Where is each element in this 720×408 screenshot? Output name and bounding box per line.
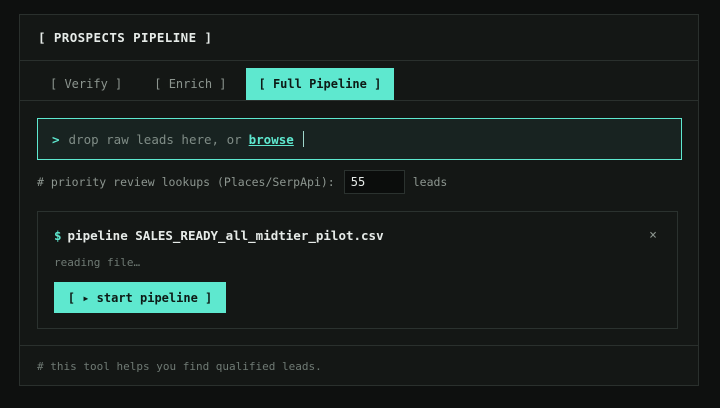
footer-text: # this tool helps you find qualified lea… — [37, 359, 322, 373]
prompt-icon: > — [52, 131, 60, 147]
priority-unit: leads — [412, 175, 448, 189]
dollar-prompt-icon: $ — [54, 228, 62, 243]
footer-note: # this tool helps you find qualified lea… — [20, 345, 698, 386]
start-pipeline-button[interactable]: [ ▸ start pipeline ] — [54, 282, 226, 313]
text-caret — [302, 131, 304, 147]
tab-full-pipeline[interactable]: [ Full Pipeline ] — [245, 68, 395, 100]
job-status: reading file… — [54, 256, 141, 269]
browse-link[interactable]: browse — [249, 132, 294, 147]
lead-dropzone[interactable]: > drop raw leads here, or browse — [37, 118, 682, 160]
job-card: $ pipeline SALES_READY_all_midtier_pilot.… — [37, 211, 678, 329]
priority-lookups-input[interactable] — [343, 170, 405, 194]
priority-lookups-row: # priority review lookups (Places/SerpAp… — [37, 170, 447, 194]
tab-enrich[interactable]: [ Enrich ] — [141, 68, 239, 100]
pipeline-panel: [ PROSPECTS PIPELINE ] [ Verify ] [ Enri… — [19, 14, 699, 386]
panel-header: [ PROSPECTS PIPELINE ] — [20, 15, 698, 61]
job-title: pipeline SALES_READY_all_midtier_pilot.c… — [67, 228, 384, 243]
priority-label: # priority review lookups (Places/SerpAp… — [37, 175, 335, 189]
dropzone-text: drop raw leads here, or — [68, 131, 242, 147]
tab-verify[interactable]: [ Verify ] — [37, 68, 135, 100]
page-title: [ PROSPECTS PIPELINE ] — [38, 30, 213, 45]
job-title-row: $ pipeline SALES_READY_all_midtier_pilot.… — [54, 228, 384, 243]
tab-bar: [ Verify ] [ Enrich ] [ Full Pipeline ] — [20, 61, 698, 101]
close-icon[interactable]: × — [649, 228, 657, 243]
